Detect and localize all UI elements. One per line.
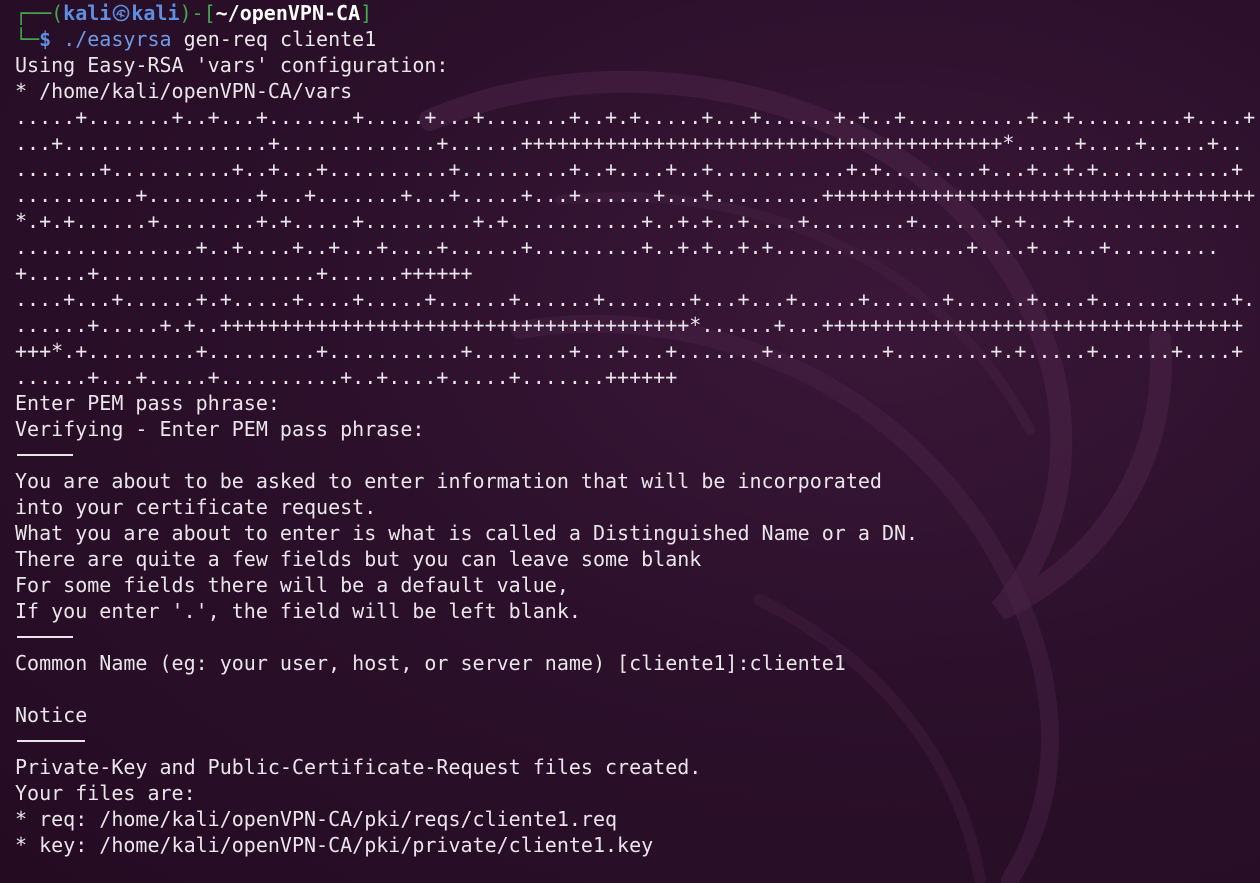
prompt-symbol: $ (39, 27, 52, 51)
info-line: What you are about to enter is what is c… (15, 521, 919, 545)
keygen-progress-line: ..........+.........+...+.......+...+...… (15, 183, 1255, 207)
notice-heading: Notice (15, 703, 88, 727)
result-line: Your files are: (15, 781, 196, 805)
prompt-line-1: ┌──(kali kali)-[~/openVPN-CA] (15, 0, 1255, 26)
prompt-frame-close: ] (360, 1, 373, 25)
pem-passphrase-prompt: Enter PEM pass phrase: (15, 391, 280, 415)
keygen-progress-line: ......+...+.....+..........+..+....+....… (15, 365, 678, 389)
keygen-progress-line: ...+.................+.............+....… (15, 131, 1244, 155)
kali-dragon-icon (113, 4, 130, 22)
keygen-progress-line: .......+..........+..+...+..........+...… (15, 157, 1244, 181)
vars-header-line: Using Easy-RSA 'vars' configuration: (15, 53, 449, 77)
common-name-prompt: Common Name (eg: your user, host, or ser… (15, 651, 846, 675)
keygen-progress-line: ......+.....+.+..+++++++++++++++++++++++… (15, 313, 1244, 337)
keygen-progress-line: +++*.+.........+.........+...........+..… (15, 339, 1244, 363)
separator-rule (15, 624, 1255, 650)
info-line: For some fields there will be a default … (15, 573, 569, 597)
vars-path-line: * /home/kali/openVPN-CA/vars (15, 79, 353, 103)
info-line: There are quite a few fields but you can… (15, 547, 702, 571)
terminal-output[interactable]: ┌──(kali kali)-[~/openVPN-CA] └─$ ./easyr… (15, 0, 1255, 858)
result-line: * req: /home/kali/openVPN-CA/pki/reqs/cl… (15, 807, 618, 831)
separator-rule (15, 442, 1255, 468)
terminal-window[interactable]: ┌──(kali kali)-[~/openVPN-CA] └─$ ./easyr… (0, 0, 1260, 883)
keygen-progress-line: *.+.+......+........+.+.....+.........+.… (15, 209, 1244, 233)
pem-passphrase-verify: Verifying - Enter PEM pass phrase: (15, 417, 425, 441)
prompt-cwd: ~/openVPN-CA (215, 1, 361, 25)
prompt-frame-mid: )-[ (179, 1, 216, 25)
info-line: You are about to be asked to enter infor… (15, 469, 882, 493)
keygen-progress-line: +.....+..................+......++++++ (15, 261, 473, 285)
info-line: into your certificate request. (15, 495, 377, 519)
keygen-progress-line: .....+.......+..+...+.......+.....+...+.… (15, 105, 1255, 129)
result-line: * key: /home/kali/openVPN-CA/pki/private… (15, 833, 654, 857)
prompt-user: kali (63, 1, 112, 25)
prompt-line-2: └─$ ./easyrsa gen-req cliente1 (15, 26, 1255, 52)
prompt-frame-bottom: └─ (15, 27, 40, 51)
separator-rule (15, 728, 1255, 754)
result-line: Private-Key and Public-Certificate-Reque… (15, 755, 702, 779)
command-arguments: gen-req cliente1 (183, 27, 377, 51)
keygen-progress-line: ...............+..+....+..+...+....+....… (15, 235, 1220, 259)
prompt-host: kali (131, 1, 180, 25)
command-executable: ./easyrsa (63, 27, 172, 51)
info-line: If you enter '.', the field will be left… (15, 599, 581, 623)
prompt-frame-top: ┌──( (15, 1, 64, 25)
keygen-progress-line: ....+...+......+.+.....+....+.....+.....… (15, 287, 1255, 311)
